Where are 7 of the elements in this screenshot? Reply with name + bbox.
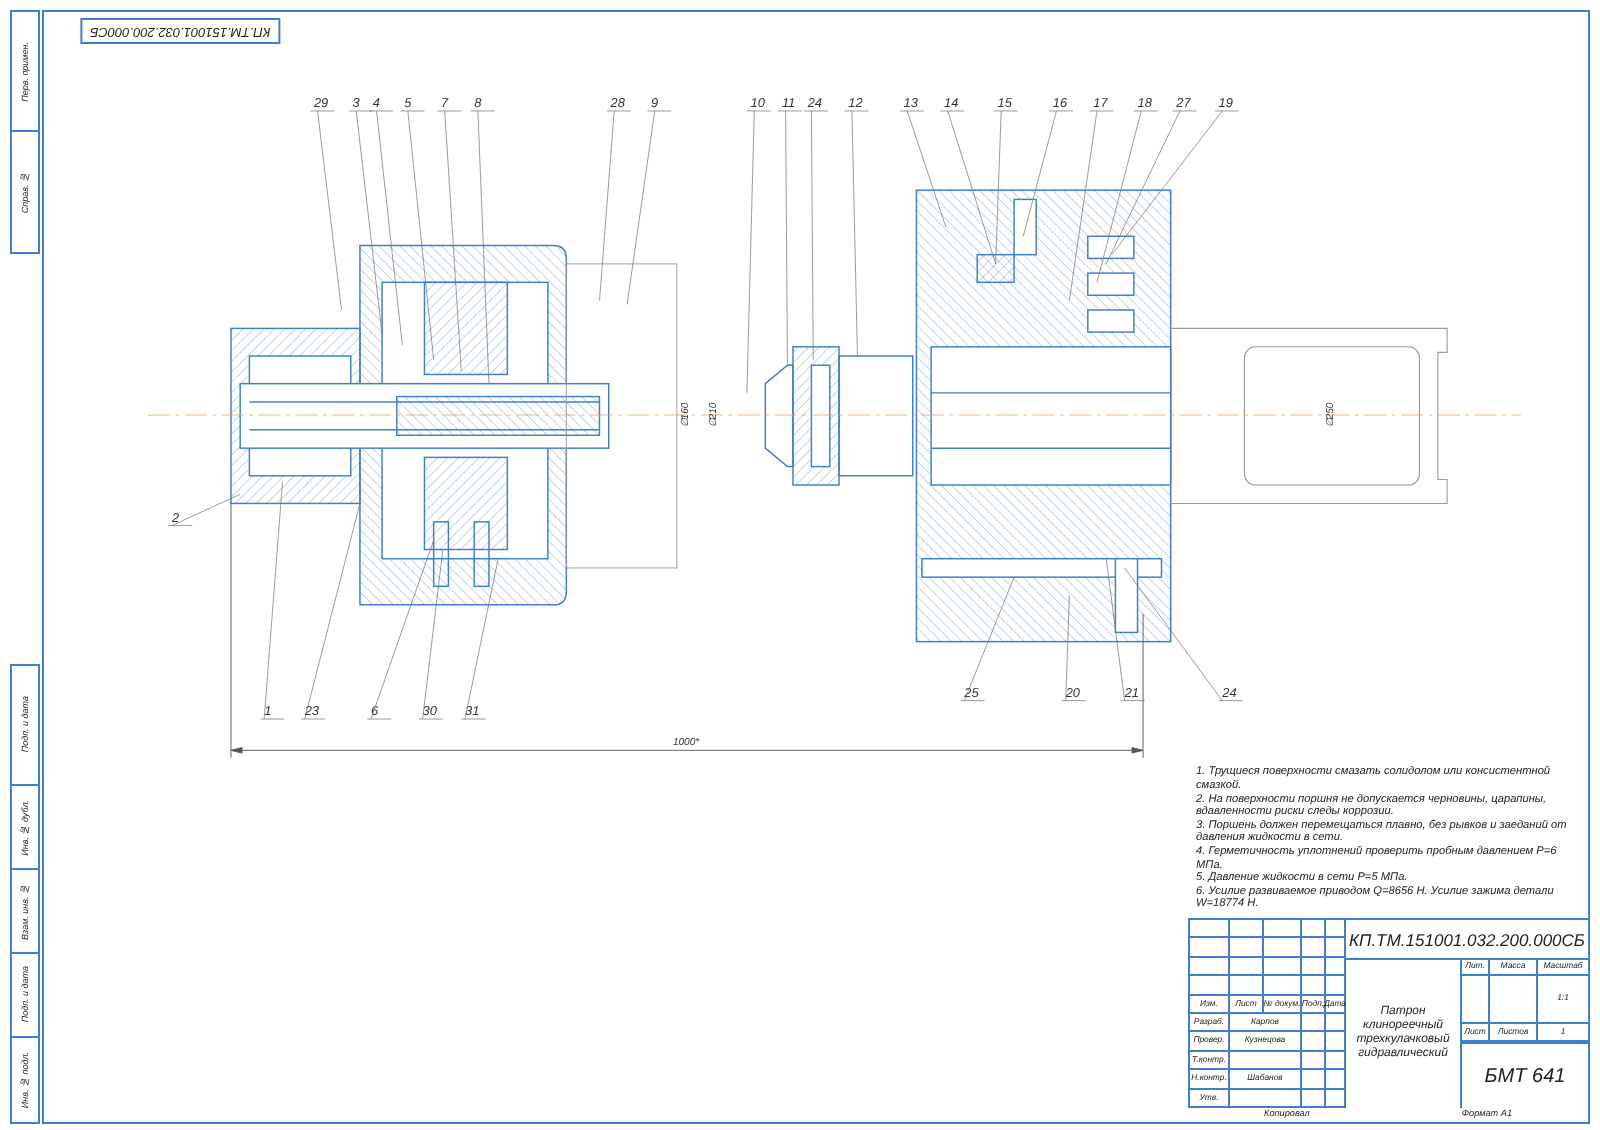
empty-cell bbox=[1490, 976, 1538, 1024]
leader-line bbox=[960, 576, 1015, 701]
leader-line bbox=[167, 493, 241, 526]
leader-line bbox=[899, 110, 947, 228]
organization-code: БМТ 641 bbox=[1482, 1063, 1568, 1091]
document-code: КП.ТМ.151001.032.200.000СБ bbox=[1346, 920, 1588, 960]
leader-line bbox=[1061, 595, 1087, 701]
